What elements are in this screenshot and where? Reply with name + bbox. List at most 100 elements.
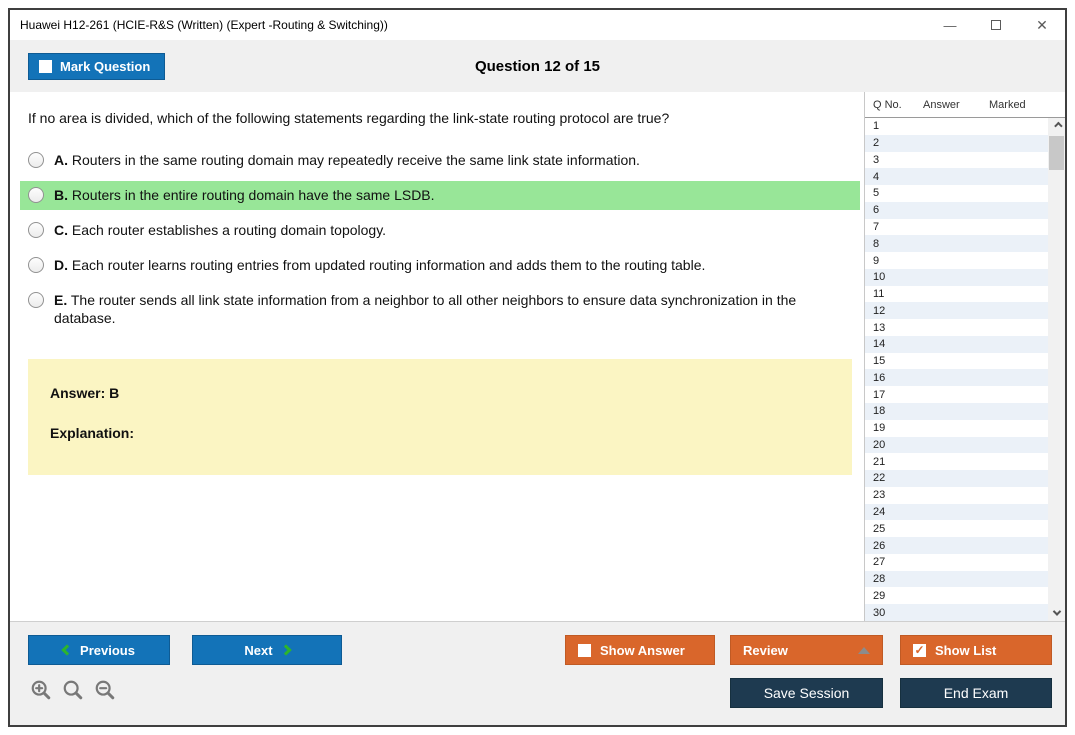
option-letter: A. [54,152,68,168]
question-list-row[interactable]: 29 [865,587,1048,604]
question-list-row[interactable]: 9 [865,252,1048,269]
scroll-up-button[interactable] [1048,118,1065,134]
scroll-down-icon [1052,607,1061,616]
footer-bar: Previous Next Show Answer Review ✓ Show … [10,621,1065,725]
question-list-row[interactable]: 13 [865,319,1048,336]
answer-option[interactable]: A. Routers in the same routing domain ma… [20,146,860,175]
mark-question-checkbox[interactable] [39,59,52,73]
question-list-row[interactable]: 18 [865,403,1048,420]
scroll-up-icon [1053,121,1063,131]
mark-question-button[interactable]: Mark Question [28,52,166,80]
list-scrollbar[interactable] [1048,118,1065,621]
question-list-row[interactable]: 3 [865,152,1048,169]
window-title: Huawei H12-261 (HCIE-R&S (Written) (Expe… [20,18,388,32]
scrollbar-thumb[interactable] [1049,136,1064,170]
title-bar: Huawei H12-261 (HCIE-R&S (Written) (Expe… [10,10,1065,40]
option-text: E. The router sends all link state infor… [54,291,852,329]
question-list-row[interactable]: 16 [865,369,1048,387]
radio-button-icon[interactable] [28,221,44,238]
question-list-row[interactable]: 11 [865,286,1048,303]
question-list-row[interactable]: 22 [865,470,1048,487]
radio-button-icon[interactable] [28,256,44,273]
cell-qno: 19 [873,422,886,435]
question-list-row[interactable]: 27 [865,554,1048,571]
show-answer-checkbox[interactable] [578,643,591,657]
maximize-button[interactable] [973,10,1019,40]
question-list-row[interactable]: 7 [865,219,1048,236]
answer-label: Answer: B [50,385,120,402]
cell-qno: 1 [873,120,880,133]
question-list-row[interactable]: 14 [865,335,1048,353]
review-dropdown-button[interactable]: Review [730,635,883,665]
answer-option[interactable]: E. The router sends all link state infor… [20,286,860,334]
question-list-row[interactable]: 12 [865,302,1048,320]
question-panel: If no area is divided, which of the foll… [10,92,864,621]
question-list-row[interactable]: 10 [865,268,1048,286]
question-list-panel: Q No. Answer Marked 1 2 3 4 5 6 7 8 9 10… [864,92,1065,621]
question-list-row[interactable]: 2 [865,134,1048,152]
answer-option[interactable]: B. Routers in the entire routing domain … [20,180,860,210]
question-list-row[interactable]: 8 [865,235,1048,253]
question-text: If no area is divided, which of the foll… [28,110,670,126]
zoom-reset-icon[interactable] [62,679,84,706]
answer-option[interactable]: D. Each router learns routing entries fr… [20,251,860,280]
question-list-row[interactable]: 15 [865,353,1048,370]
question-list-row[interactable]: 6 [865,201,1048,219]
zoom-out-icon[interactable] [94,679,116,706]
caret-up-icon [858,647,870,654]
question-list-row[interactable]: 24 [865,503,1048,521]
question-list-row[interactable]: 4 [865,168,1048,186]
zoom-in-icon[interactable] [30,679,52,706]
previous-chevron-icon [61,644,73,656]
question-list-row[interactable]: 23 [865,487,1048,504]
cell-qno: 2 [873,137,880,150]
question-list-row[interactable]: 1 [865,118,1048,135]
cell-qno: 11 [873,288,885,301]
main-area: If no area is divided, which of the foll… [10,92,1065,621]
window-controls: — ✕ [927,10,1065,40]
show-answer-button[interactable]: Show Answer [565,635,715,665]
option-letter: B. [54,186,68,203]
minimize-icon: — [943,17,957,33]
cell-qno: 28 [873,573,886,586]
cell-qno: 14 [873,338,886,351]
option-body: The router sends all link state informat… [54,291,797,327]
close-button[interactable]: ✕ [1019,10,1065,40]
question-list-row[interactable]: 28 [865,570,1048,588]
save-session-button[interactable]: Save Session [730,678,883,708]
next-button[interactable]: Next [192,635,342,665]
cell-qno: 27 [873,556,886,569]
cell-qno: 13 [873,321,886,334]
cell-qno: 29 [873,589,886,602]
end-exam-button[interactable]: End Exam [900,678,1052,708]
minimize-button[interactable]: — [927,10,973,40]
question-list-row[interactable]: 20 [865,436,1048,454]
option-text: A. Routers in the same routing domain ma… [54,151,640,170]
question-list-row[interactable]: 26 [865,537,1048,554]
question-list-row[interactable]: 30 [865,604,1048,621]
option-text: D. Each router learns routing entries fr… [54,256,705,275]
next-chevron-icon [279,644,292,656]
cell-qno: 18 [873,405,886,418]
scroll-down-button[interactable] [1048,605,1065,621]
cell-qno: 3 [873,153,880,166]
radio-button-icon[interactable] [28,186,44,203]
options-list: A. Routers in the same routing domain ma… [20,146,860,333]
question-list-row[interactable]: 19 [865,420,1048,437]
previous-button[interactable]: Previous [28,635,170,665]
question-list-row[interactable]: 21 [865,453,1048,470]
question-list-row[interactable]: 25 [865,520,1048,537]
end-exam-label: End Exam [943,685,1009,701]
show-list-checkbox[interactable]: ✓ [913,643,926,657]
radio-button-icon[interactable] [28,152,44,168]
question-list-row[interactable]: 17 [865,386,1048,403]
cell-qno: 6 [873,204,880,217]
option-letter: D. [54,256,68,273]
option-text: C. Each router establishes a routing dom… [54,221,386,240]
show-answer-label: Show Answer [600,642,685,658]
option-letter: C. [54,221,68,238]
radio-button-icon[interactable] [28,291,44,308]
show-list-button[interactable]: ✓ Show List [900,635,1052,665]
question-list-row[interactable]: 5 [865,185,1048,202]
answer-option[interactable]: C. Each router establishes a routing dom… [20,216,860,245]
